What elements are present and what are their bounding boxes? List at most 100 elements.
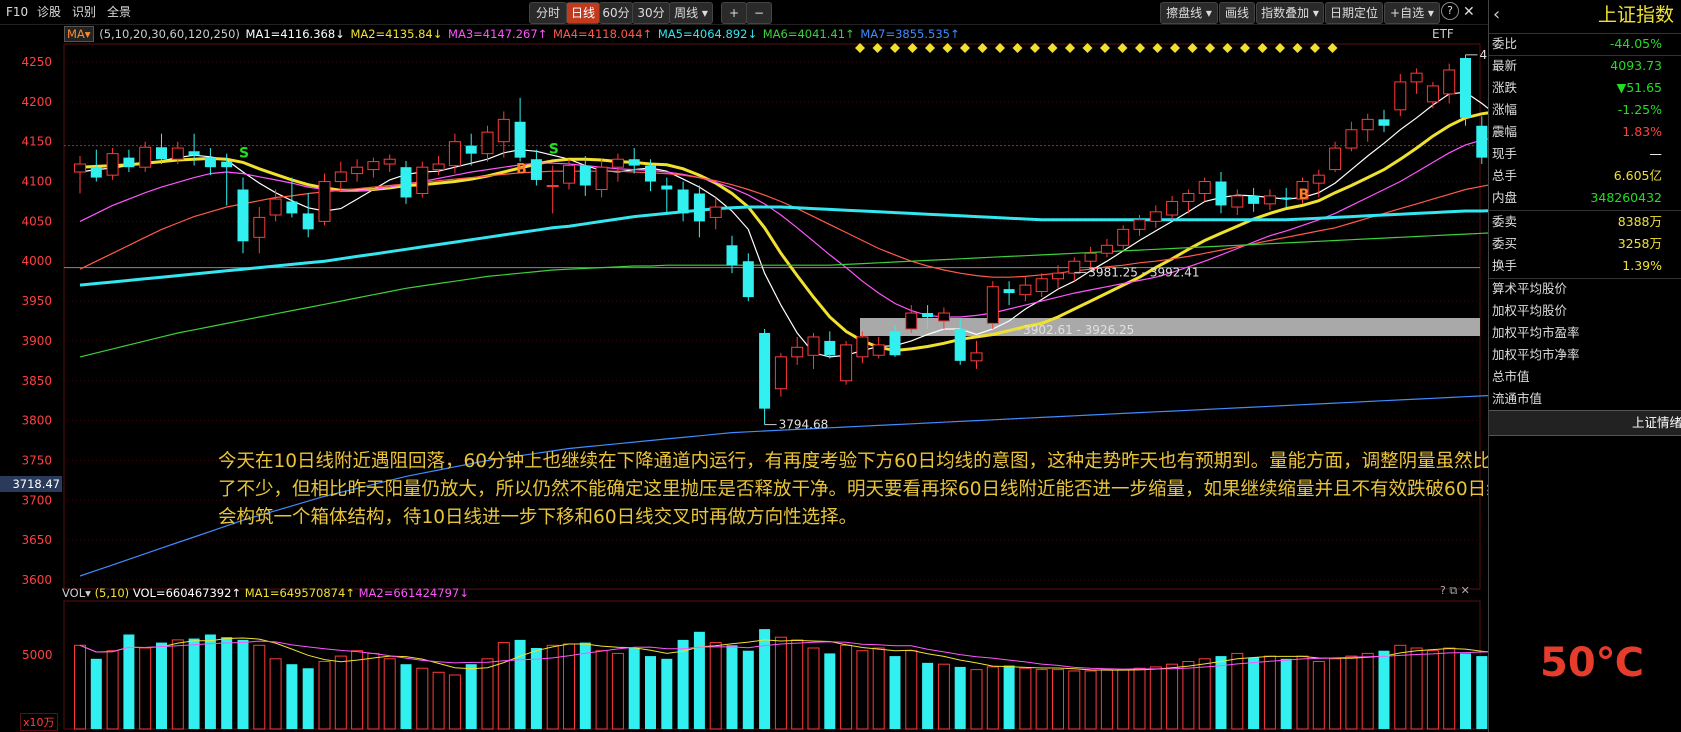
price-tick-label: 4200 xyxy=(21,95,52,109)
candle-body xyxy=(367,161,380,171)
candle-body xyxy=(237,189,249,242)
candle-body xyxy=(269,198,282,216)
sentiment-tab[interactable]: 上证情绪 xyxy=(1489,410,1681,436)
volume-bar xyxy=(1361,652,1374,730)
volume-bar xyxy=(1182,661,1195,730)
quote-row-latest: 最新 4093.73 xyxy=(1492,58,1662,73)
volume-bar xyxy=(1117,669,1130,730)
volume-legend-bar: VOL▾ (5,10) VOL=660467392↑ MA1=649570874… xyxy=(62,585,469,601)
candle-body xyxy=(351,166,364,175)
volume-bar xyxy=(1166,663,1179,730)
candle-body xyxy=(1410,72,1423,83)
volume-bar xyxy=(204,634,216,729)
link-weighted-avg[interactable]: 加权平均股价 xyxy=(1492,300,1567,322)
volume-bar xyxy=(530,648,542,729)
volume-bar xyxy=(1084,670,1097,730)
candle-body xyxy=(889,331,901,356)
volume-bar xyxy=(367,652,380,730)
volume-bars xyxy=(74,629,1488,730)
volume-bar xyxy=(742,650,754,729)
volume-bar xyxy=(1215,656,1227,729)
volume-bar xyxy=(481,658,494,730)
candle-body xyxy=(156,147,167,160)
candle-body xyxy=(1198,181,1211,194)
candle-body xyxy=(709,206,722,218)
volume-bar xyxy=(1312,661,1325,730)
candle-body xyxy=(742,261,754,298)
candle-body xyxy=(645,165,656,182)
volume-bar xyxy=(791,639,804,730)
candle-body xyxy=(937,312,950,322)
candle-body xyxy=(1068,260,1081,274)
candle-body xyxy=(448,141,461,167)
price-tick-label: 3600 xyxy=(21,573,52,587)
candle-body xyxy=(1117,228,1130,246)
price-gap-band xyxy=(860,318,1480,336)
candle-body xyxy=(1361,118,1374,131)
ma-line xyxy=(79,91,1488,358)
volume-bar xyxy=(628,648,640,729)
candle-body xyxy=(1215,181,1227,206)
link-total-mv[interactable]: 总市值 xyxy=(1492,366,1530,388)
volume-bar xyxy=(514,639,526,729)
volume-bar xyxy=(970,669,983,730)
volume-bar xyxy=(1329,658,1342,730)
vol-unit-label: x10万 xyxy=(20,713,58,731)
candle-body xyxy=(1100,244,1113,254)
candle-body xyxy=(677,189,689,214)
candle-body xyxy=(546,185,559,188)
candle-body xyxy=(514,121,526,158)
back-icon[interactable]: ‹ xyxy=(1493,0,1500,30)
quote-row-turnover: 换手 1.39% xyxy=(1492,258,1662,273)
volume-bar xyxy=(432,671,445,730)
candle-body xyxy=(74,163,86,173)
volume-bar xyxy=(1345,655,1358,730)
analysis-annotation: 今天在10日线附近遇阻回落，60分钟上也继续在下降通道内运行，有再度考验下方60… xyxy=(218,451,1658,528)
volume-bar xyxy=(1068,670,1081,730)
candle-body xyxy=(90,167,102,178)
candle-body xyxy=(171,147,184,160)
volume-bar xyxy=(286,664,298,729)
link-weighted-pe[interactable]: 加权平均市盈率 xyxy=(1492,322,1580,344)
ma-line xyxy=(79,111,1488,353)
quote-row-change: 涨跌 ▼51.65 xyxy=(1492,80,1662,95)
volume-bar xyxy=(595,650,608,730)
volume-bar xyxy=(188,638,200,729)
volume-bar xyxy=(1443,647,1456,730)
link-float-mv[interactable]: 流通市值 xyxy=(1492,388,1542,410)
volume-bar xyxy=(677,639,689,729)
volume-bar xyxy=(139,647,152,730)
volume-bar xyxy=(1035,669,1048,730)
volume-bar xyxy=(579,642,591,729)
signal-label: B xyxy=(516,162,527,178)
link-weighted-pb[interactable]: 加权平均市净率 xyxy=(1492,344,1580,366)
volume-bar xyxy=(1248,657,1260,729)
vol-indicator-dropdown[interactable]: VOL▾ xyxy=(62,586,91,600)
price-tick-label: 4150 xyxy=(21,135,52,149)
candle-body xyxy=(1166,200,1179,216)
volume-bar xyxy=(1052,669,1064,730)
vol-params: (5,10) xyxy=(94,586,130,600)
quote-row-ask-vol: 委卖 8388万 xyxy=(1492,214,1662,229)
candle-body xyxy=(661,185,673,190)
vol-panel-controls[interactable]: ? ⧉ ✕ xyxy=(1440,584,1470,598)
candle-body xyxy=(253,216,266,238)
link-arith-avg[interactable]: 算术平均股价 xyxy=(1492,278,1567,300)
kline-chart: 3600 3650 3700 3750 3800 3850 3900 3950 4000 4050… xyxy=(21,43,1488,730)
candle-body xyxy=(595,166,608,191)
price-tick-label: 4050 xyxy=(21,214,52,228)
volume-bar xyxy=(1460,653,1471,729)
vol-ma2-value: MA2=661424797↓ xyxy=(358,586,469,600)
volume-bar xyxy=(156,642,167,729)
candle-body xyxy=(807,336,820,356)
candle-body xyxy=(416,166,429,194)
candle-body xyxy=(726,245,738,266)
index-title: 上证指数 xyxy=(1597,4,1674,26)
volume-bar xyxy=(416,667,429,730)
candle-body xyxy=(286,201,298,214)
volume-bar xyxy=(1100,669,1113,730)
price-tick-label: 4250 xyxy=(21,55,52,69)
vol-ma1-value: MA1=649570874↑ xyxy=(244,586,355,600)
candle-body xyxy=(1460,58,1471,118)
candle-body xyxy=(563,165,575,184)
